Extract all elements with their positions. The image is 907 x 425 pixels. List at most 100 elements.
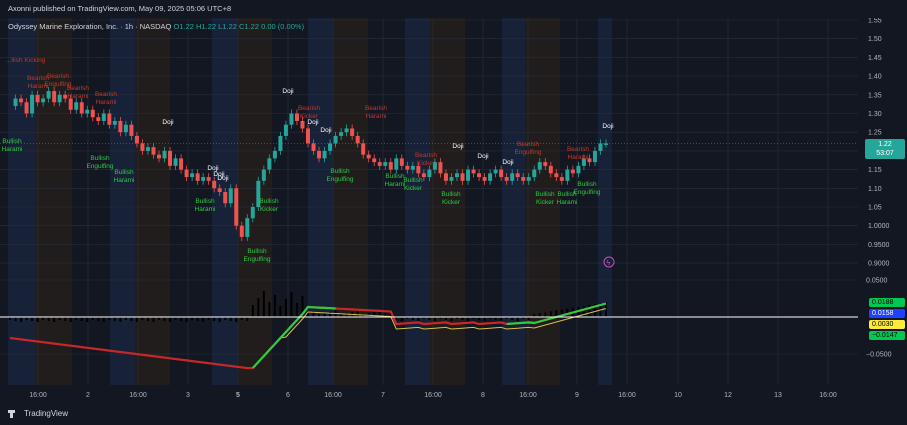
candle-body	[521, 177, 526, 181]
osc-bar	[213, 317, 216, 321]
osc-bar	[185, 317, 188, 322]
doji-label: Doji	[162, 119, 173, 126]
doji-label: Doji	[307, 119, 318, 126]
candle-body	[510, 173, 515, 181]
doji-label: Doji	[502, 159, 513, 166]
bullish-label: Kicker	[404, 185, 423, 192]
bearish-label: Bearish	[415, 152, 437, 159]
time-tick: 9	[575, 392, 579, 399]
osc-bar	[246, 317, 249, 321]
bullish-label: Engulfing	[86, 163, 113, 170]
osc-bar	[53, 317, 56, 322]
candle-countdown: 53:07	[876, 150, 894, 157]
price-tick: 1.0000	[868, 223, 890, 230]
candle-body	[355, 135, 360, 144]
candle-body	[283, 124, 288, 136]
candle-body	[195, 173, 200, 181]
osc-bar	[500, 317, 503, 321]
tradingview-logo[interactable]: TradingView	[8, 409, 68, 418]
bearish-label: Engulfing	[514, 149, 541, 156]
time-tick: 16:00	[618, 392, 636, 399]
bullish-label: Bullish	[385, 173, 405, 180]
candle-body	[157, 154, 161, 159]
osc-bar	[262, 291, 265, 317]
osc-bar	[86, 317, 89, 322]
candle-body	[526, 177, 531, 181]
footer: TradingView	[0, 405, 907, 425]
time-tick: 16:00	[819, 392, 837, 399]
candle-body	[477, 173, 482, 178]
bullish-label: Bullish	[195, 198, 215, 205]
candle-body	[339, 132, 344, 136]
bullish-label: Bullish	[577, 181, 597, 188]
candle-body	[344, 128, 349, 133]
candle-body	[570, 169, 575, 174]
bullish-label: Bullish	[259, 198, 279, 205]
close-value: C1.22	[239, 22, 260, 31]
osc-bar	[417, 317, 420, 321]
flash-icon-glyph: ϟ	[607, 260, 611, 267]
candle-body	[300, 120, 305, 129]
candle-body	[74, 102, 79, 110]
osc-bar	[450, 317, 453, 321]
bullish-label: Bullish	[2, 138, 22, 145]
candle-body	[179, 158, 184, 170]
candle-body	[388, 162, 393, 170]
candle-body	[223, 192, 228, 204]
bullish-label: Kicker	[536, 199, 555, 206]
candle-body	[427, 169, 432, 178]
osc-bar	[163, 317, 166, 321]
candle-body	[90, 109, 95, 118]
candle-body	[554, 173, 559, 178]
bullish-label: Bullish	[247, 248, 267, 255]
time-tick: 3	[186, 392, 190, 399]
candle-body	[410, 165, 415, 170]
candle-body	[493, 169, 498, 174]
osc-bar	[356, 311, 359, 317]
bearish-label: Kicker	[417, 160, 436, 167]
price-tick: 1.45	[868, 55, 882, 62]
time-tick: 7	[381, 392, 385, 399]
candle-body	[471, 169, 476, 174]
chart-svg[interactable]: BearishHaramiBearishEngulfingBearishHara…	[0, 18, 907, 405]
candle-body	[515, 173, 520, 178]
candle-body	[112, 120, 117, 125]
price-tick: 1.35	[868, 92, 882, 99]
bearish-label: Harami	[568, 154, 589, 161]
high-value: H1.22	[196, 22, 217, 31]
price-tick: 1.25	[868, 130, 882, 137]
osc-bar	[467, 317, 470, 321]
bullish-label: Bullish	[330, 168, 350, 175]
bullish-label: Engulfing	[326, 176, 353, 183]
candle-body	[328, 143, 333, 151]
bullish-label: Engulfing	[243, 256, 270, 263]
candle-body	[217, 188, 222, 193]
candle-body	[548, 165, 553, 174]
osc-bar	[516, 317, 519, 321]
bullish-label: Harami	[2, 146, 23, 153]
osc-bar	[80, 317, 83, 321]
time-tick: 16:00	[29, 392, 47, 399]
candle-body	[289, 113, 294, 125]
change-value: 0.00 (0.00%)	[261, 22, 305, 31]
bullish-label: Harami	[557, 199, 578, 206]
candle-body	[101, 113, 106, 121]
osc-bar	[295, 303, 298, 317]
candle-body	[311, 143, 316, 151]
price-tick: 1.15	[868, 167, 882, 174]
candle-body	[294, 113, 299, 121]
candle-body	[79, 102, 84, 114]
candle-body	[85, 109, 90, 114]
chart-area[interactable]: Bearish Harami Bearish Engulfing Bearish Hara…	[0, 18, 907, 405]
bearish-label: Bearish	[298, 105, 320, 112]
legend: Odyssey Marine Exploration, Inc. · 1h · …	[8, 22, 304, 31]
osc-bar	[257, 298, 260, 317]
candle-body	[228, 188, 233, 204]
candle-body	[190, 173, 195, 178]
candle-body	[96, 117, 101, 121]
candle-body	[443, 173, 448, 181]
candle-body	[488, 173, 493, 181]
osc-bar	[146, 317, 149, 321]
bearish-label: Harami	[96, 99, 117, 106]
bullish-label: Bullish	[535, 191, 555, 198]
